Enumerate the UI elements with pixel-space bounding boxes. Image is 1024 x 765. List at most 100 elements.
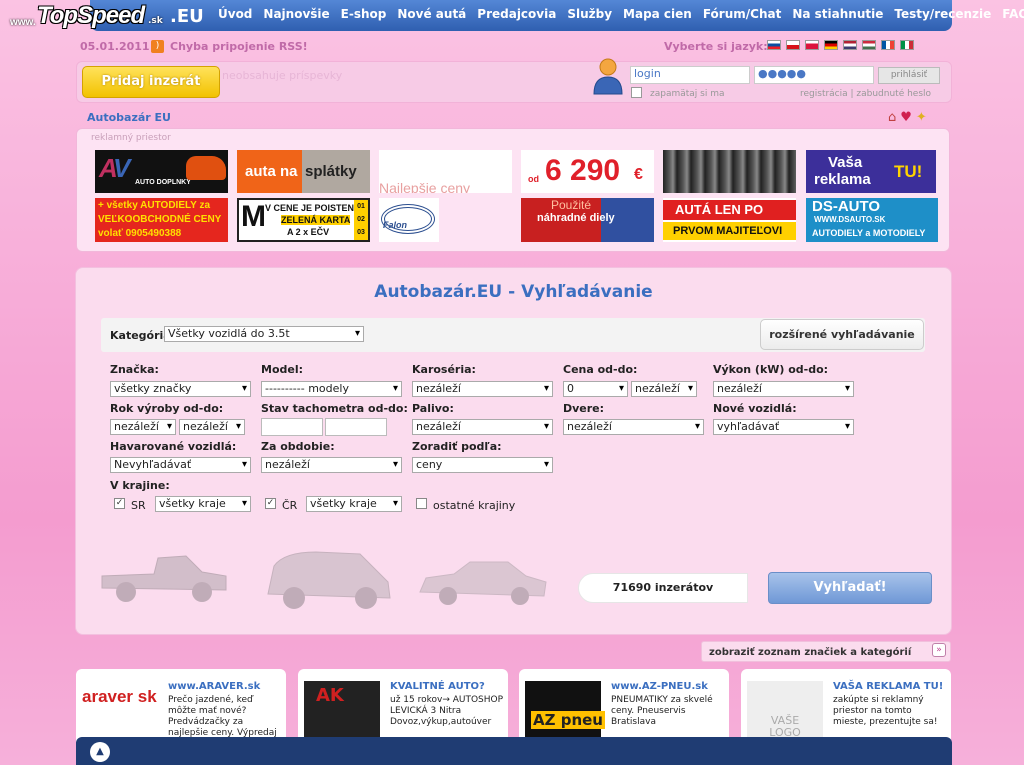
label-region: V krajine:: [110, 479, 170, 492]
label-model: Model:: [261, 363, 304, 376]
ad-poistenie[interactable]: M V CENE JE POISTENIE ZELENÁ KARTA A 2 x…: [237, 198, 370, 242]
star-icon[interactable]: ✦: [916, 110, 927, 125]
nav-uvod[interactable]: Úvod: [218, 7, 252, 21]
year-from-select[interactable]: nezáleží: [110, 419, 176, 435]
flag-pl-icon[interactable]: [805, 40, 819, 50]
sr-checkbox[interactable]: ✓: [114, 498, 125, 509]
label-power: Výkon (kW) od-do:: [713, 363, 829, 376]
label-sort: Zoradiť podľa:: [412, 440, 502, 453]
nav-predajcovia[interactable]: Predajcovia: [477, 7, 556, 21]
brand-list-link[interactable]: zobraziť zoznam značiek a kategórií: [709, 647, 911, 658]
sedan-image: [418, 556, 548, 611]
body-select[interactable]: nezáleží: [412, 381, 553, 397]
flag-us-icon[interactable]: [843, 40, 857, 50]
ad-prvom-majitelovi[interactable]: AUTÁ LEN PO PRVOM MAJITEĽOVI: [663, 198, 796, 242]
login-input[interactable]: login: [630, 66, 750, 84]
home-icon[interactable]: ⌂: [888, 110, 896, 125]
search-title: Autobazár.EU - Vyhľadávanie: [374, 282, 653, 302]
new-select[interactable]: vyhľadávať: [713, 419, 854, 435]
ad-falon[interactable]: Falon: [379, 198, 439, 242]
ad-auto-doplnky[interactable]: A V AUTO DOPLNKY: [95, 150, 228, 193]
advanced-search-button[interactable]: rozšírené vyhľadávanie: [760, 319, 924, 350]
ad-price-6290[interactable]: od 6 290 €: [521, 150, 654, 193]
price-to-select[interactable]: nezáleží: [631, 381, 697, 397]
sort-select[interactable]: ceny: [412, 457, 553, 473]
nav-forum[interactable]: Fórum/Chat: [703, 7, 782, 21]
scroll-up-icon[interactable]: ▲: [90, 742, 110, 762]
ad-najlepsie-ceny[interactable]: Najlepšie ceny: [379, 150, 512, 193]
flag-fr-icon[interactable]: [881, 40, 895, 50]
ad-vasa-reklama[interactable]: Vaša reklama TU!: [806, 150, 936, 193]
sr-regions-select[interactable]: všetky kraje: [155, 496, 251, 512]
flag-hu-icon[interactable]: [862, 40, 876, 50]
listing-count: 71690 inzerátov: [578, 573, 748, 603]
ad-tires[interactable]: [663, 150, 796, 193]
breadcrumb[interactable]: Autobazár EU: [87, 111, 171, 124]
chevron-down-icon[interactable]: »: [932, 643, 946, 657]
heart-icon[interactable]: ♥: [900, 110, 912, 125]
nav-eshop[interactable]: E-shop: [341, 7, 387, 21]
model-select[interactable]: ---------- modely: [261, 381, 402, 397]
label-brand: Značka:: [110, 363, 159, 376]
user-icon: [592, 57, 624, 95]
main-nav: Úvod Najnovšie E-shop Nové autá Predajco…: [90, 0, 1024, 31]
nav-nove-auta[interactable]: Nové autá: [397, 7, 466, 21]
faded-info: neobsahuje príspevky: [222, 69, 343, 82]
other-checkbox[interactable]: [416, 498, 427, 509]
remember-checkbox[interactable]: [631, 87, 642, 98]
label-doors: Dvere:: [563, 402, 605, 415]
login-button[interactable]: prihlásiť: [878, 67, 940, 84]
add-listing-button[interactable]: Pridaj inzerát: [82, 66, 220, 98]
ad-nahradne-diely[interactable]: Použité náhradné diely: [521, 198, 654, 242]
nav-mapa-cien[interactable]: Mapa cien: [623, 7, 692, 21]
search-button[interactable]: Vyhľadať!: [768, 572, 932, 604]
mileage-to-input[interactable]: [325, 418, 387, 436]
nav-najnovsie[interactable]: Najnovšie: [263, 7, 329, 21]
label-damaged: Havarované vozidlá:: [110, 440, 237, 453]
ad-ds-auto[interactable]: DS-AUTO WWW.DSAUTO.SK AUTODIELY a MOTODI…: [806, 198, 938, 242]
ad-autodiely[interactable]: + všetky AUTODIELY za VEĽKOOBCHODNÉ CENY…: [95, 198, 228, 242]
power-select[interactable]: nezáleží: [713, 381, 854, 397]
rss-icon[interactable]: ): [151, 40, 164, 53]
cr-checkbox[interactable]: ✓: [265, 498, 276, 509]
flag-sk-icon[interactable]: [767, 40, 781, 50]
nav-testy[interactable]: Testy/recenzie: [894, 7, 991, 21]
password-input[interactable]: ●●●●●: [754, 66, 874, 84]
flag-cz-icon[interactable]: [786, 40, 800, 50]
footer-bar: [76, 737, 952, 765]
doors-select[interactable]: nezáleží: [563, 419, 704, 435]
label-mileage: Stav tachometra od-do:: [261, 402, 408, 415]
cr-regions-select[interactable]: všetky kraje: [306, 496, 402, 512]
year-to-select[interactable]: nezáleží: [179, 419, 245, 435]
breadcrumb-icons: ⌂ ♥ ✦: [888, 110, 927, 125]
nav-list: Úvod Najnovšie E-shop Nové autá Predajco…: [218, 7, 1024, 21]
nav-sluzby[interactable]: Služby: [567, 7, 612, 21]
rss-error: Chyba pripojenie RSS!: [170, 40, 308, 53]
minivan-image: [264, 548, 394, 617]
remember-label: zapamätaj si ma: [650, 89, 725, 99]
label-price: Cena od-do:: [563, 363, 638, 376]
pickup-truck-image: [98, 548, 230, 611]
label-body: Karoséria:: [412, 363, 476, 376]
other-label: ostatné krajiny: [433, 499, 516, 512]
price-from-select[interactable]: 0: [563, 381, 628, 397]
damaged-select[interactable]: Nevyhľadávať: [110, 457, 251, 473]
language-label: Vyberte si jazyk:: [664, 40, 768, 53]
category-select[interactable]: Všetky vozidlá do 3.5t: [164, 326, 364, 342]
ad-auta-na-splatky[interactable]: auta na splátky: [237, 150, 370, 193]
period-select[interactable]: nezáleží: [261, 457, 402, 473]
cr-label: ČR: [282, 499, 298, 512]
register-links[interactable]: registrácia | zabudnuté heslo: [800, 89, 931, 99]
flag-de-icon[interactable]: [824, 40, 838, 50]
sr-label: SR: [131, 499, 146, 512]
nav-na-stiahnutie[interactable]: Na stiahnutie: [792, 7, 883, 21]
mileage-from-input[interactable]: [261, 418, 323, 436]
label-year: Rok výroby od-do:: [110, 402, 224, 415]
site-logo[interactable]: www. TopSpeed .sk .EU: [0, 0, 215, 32]
brand-select[interactable]: všetky značky: [110, 381, 251, 397]
nav-faq[interactable]: FAQ: [1002, 7, 1024, 21]
language-flags: [767, 40, 914, 50]
fuel-select[interactable]: nezáleží: [412, 419, 553, 435]
ad-label: reklamný priestor: [91, 133, 171, 143]
flag-it-icon[interactable]: [900, 40, 914, 50]
